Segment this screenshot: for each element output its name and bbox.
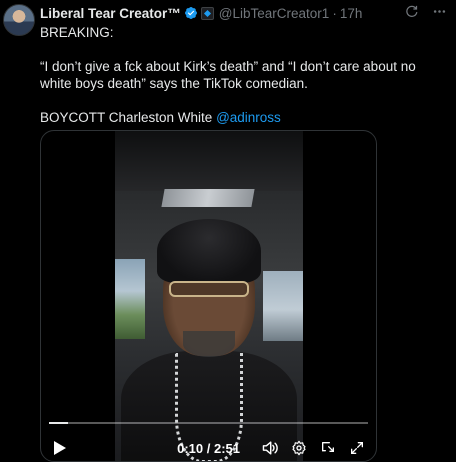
video-time-separator: /	[203, 440, 214, 456]
fullscreen-icon[interactable]	[348, 439, 366, 457]
video-current-time: 0:10	[177, 440, 204, 456]
video-frame[interactable]	[115, 131, 303, 461]
video-time-readout: 0:10 / 2:51	[177, 441, 240, 456]
author-name[interactable]: Liberal Tear Creator™	[40, 6, 181, 21]
post-text-boycott: BOYCOTT Charleston White @adinross	[40, 109, 450, 126]
video-progress-bar[interactable]	[49, 422, 368, 424]
boycott-text: BOYCOTT Charleston White	[40, 110, 217, 125]
author-avatar[interactable]	[3, 4, 35, 36]
mention-link[interactable]: @adinross	[216, 110, 281, 125]
grok-icon[interactable]	[404, 4, 419, 19]
video-progress-fill	[49, 422, 68, 424]
video-controls: 0:10 / 2:51	[41, 435, 376, 461]
post-timestamp[interactable]: 17h	[340, 6, 363, 21]
volume-icon[interactable]	[261, 439, 279, 457]
more-icon[interactable]	[431, 4, 448, 19]
video-player[interactable]: 0:10 / 2:51	[40, 130, 377, 462]
post-text-quote: “I don’t give a fck about Kirk’s death” …	[40, 59, 416, 91]
post-text: BREAKING: “I don’t give a fck about Kirk…	[40, 24, 450, 126]
post-text-line-breaking: BREAKING:	[40, 25, 114, 40]
picture-in-picture-icon[interactable]	[319, 439, 337, 457]
video-duration: 2:51	[213, 440, 240, 456]
settings-gear-icon[interactable]	[290, 439, 308, 457]
separator-dot: ·	[332, 5, 337, 21]
affiliate-badge-icon[interactable]	[200, 6, 214, 20]
author-handle[interactable]: @LibTearCreator1	[219, 6, 330, 21]
header-actions	[404, 4, 448, 19]
verified-badge-icon	[184, 6, 198, 20]
play-button[interactable]	[51, 439, 69, 457]
post-header: Liberal Tear Creator™ @LibTearCreator1 ·…	[40, 4, 448, 22]
